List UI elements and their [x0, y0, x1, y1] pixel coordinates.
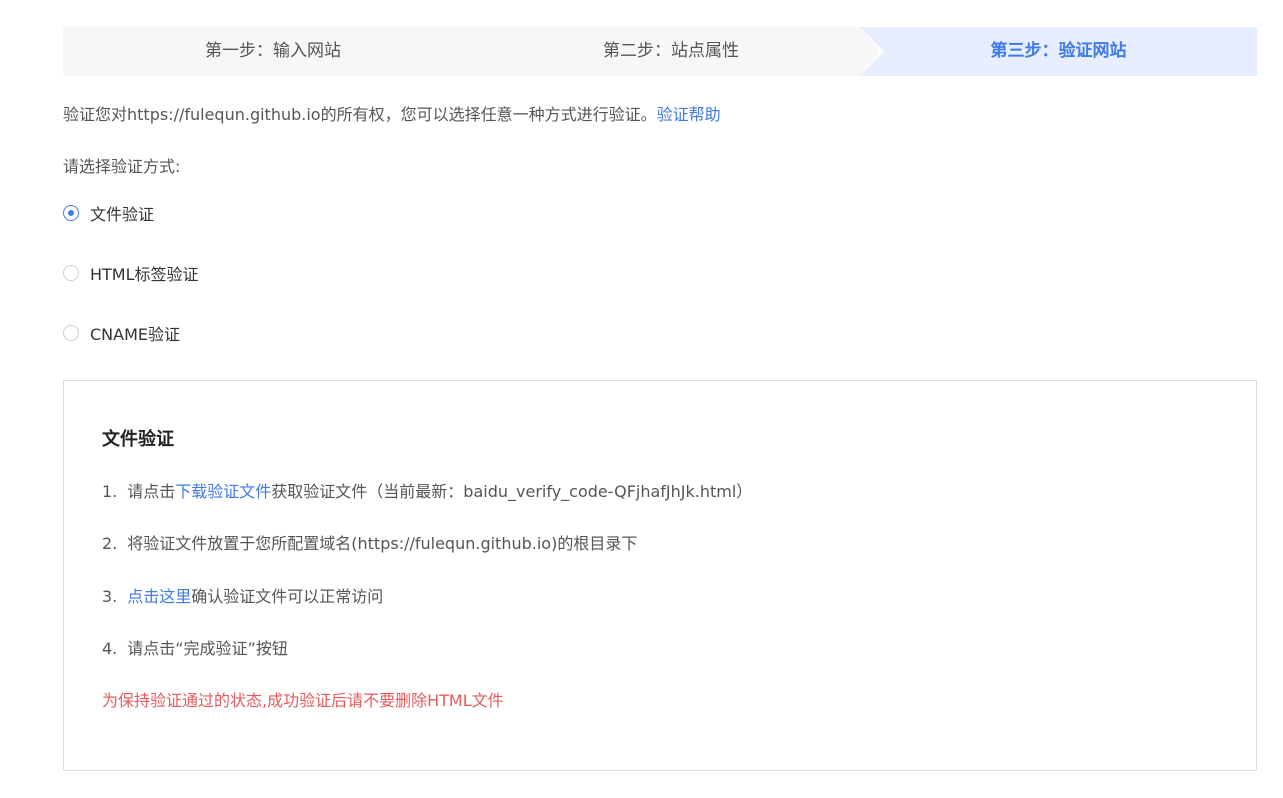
choose-method-label: 请选择验证方式: [63, 157, 181, 176]
instruction-text: 请点击 [127, 482, 176, 501]
step-number: 1. [102, 482, 118, 501]
step-1-label: 第一步：输入网站 [205, 41, 341, 61]
radio-checked-icon[interactable] [63, 205, 79, 221]
step-3-active: 第三步：验证网站 [860, 27, 1257, 76]
step-1: 第一步：输入网站 [63, 27, 483, 76]
step-number: 3. [102, 587, 118, 606]
radio-unchecked-icon[interactable] [63, 265, 79, 281]
step-number: 4. [102, 639, 118, 658]
instruction-text: 请点击“完成验证”按钮 [127, 639, 288, 658]
keep-file-warning: 为保持验证通过的状态,成功验证后请不要删除HTML文件 [102, 691, 504, 710]
file-verify-panel: 文件验证 1. 请点击下载验证文件获取验证文件（当前最新：baidu_verify… [63, 380, 1257, 771]
instruction-text: 将验证文件放置于您所配置域名(https://fulequn.github.io… [127, 534, 638, 553]
instruction-step-1: 1. 请点击下载验证文件获取验证文件（当前最新：baidu_verify_code… [102, 478, 752, 502]
method-cname-label: CNAME验证 [90, 325, 181, 344]
radio-unchecked-icon[interactable] [63, 325, 79, 341]
intro-text: 验证您对https://fulequn.github.io的所有权，您可以选择任… [63, 105, 657, 124]
click-here-link[interactable]: 点击这里 [127, 587, 191, 606]
verify-help-link[interactable]: 验证帮助 [657, 105, 721, 124]
instruction-step-4: 4. 请点击“完成验证”按钮 [102, 635, 288, 659]
step-2: 第二步：站点属性 [461, 27, 881, 76]
method-file-label: 文件验证 [90, 205, 155, 224]
instruction-step-3: 3. 点击这里确认验证文件可以正常访问 [102, 583, 383, 607]
step-2-label: 第二步：站点属性 [603, 41, 739, 61]
step-3-label: 第三步：验证网站 [990, 41, 1127, 61]
download-verify-file-link[interactable]: 下载验证文件 [175, 482, 271, 501]
method-html-tag-label: HTML标签验证 [90, 265, 199, 284]
method-file-option[interactable]: 文件验证 [63, 201, 154, 225]
method-cname-option[interactable]: CNAME验证 [63, 321, 180, 345]
instruction-step-2: 2. 将验证文件放置于您所配置域名(https://fulequn.github.… [102, 530, 637, 554]
instruction-text: 确认验证文件可以正常访问 [191, 587, 384, 606]
instruction-text: 获取验证文件（当前最新：baidu_verify_code-QFjhafJhJk… [271, 482, 753, 501]
step-progress-bar: 第一步：输入网站 第二步：站点属性 第三步：验证网站 [63, 27, 1257, 76]
ownership-intro: 验证您对https://fulequn.github.io的所有权，您可以选择任… [63, 101, 721, 125]
method-html-tag-option[interactable]: HTML标签验证 [63, 261, 199, 285]
step-number: 2. [102, 534, 118, 553]
panel-title: 文件验证 [102, 429, 174, 450]
